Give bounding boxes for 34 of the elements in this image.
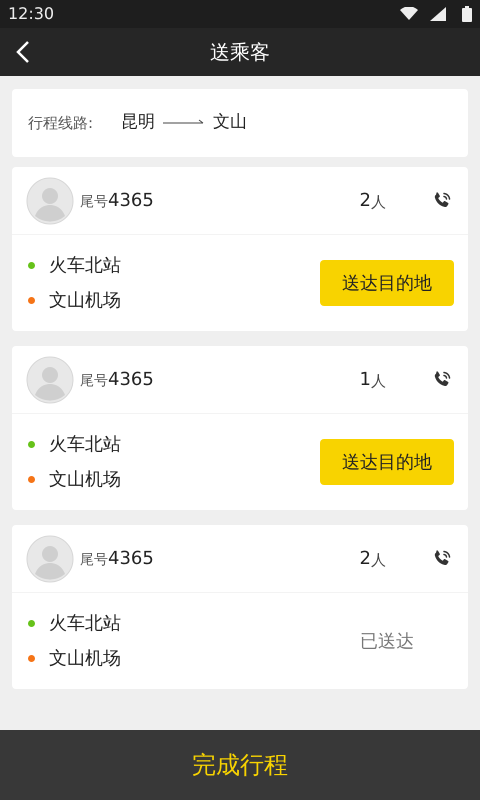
delivered-status: 已送达 [359,630,415,654]
deliver-button[interactable]: 送达目的地 [320,260,454,306]
tail-number: 4365 [108,547,154,571]
passenger-count: 2 [360,189,371,213]
signal-icon [430,7,446,21]
route-to: 文山 [213,111,248,134]
count-unit: 人 [371,192,386,214]
status-time: 12:30 [8,3,54,25]
avatar-icon [26,356,74,404]
wifi-icon [400,7,418,21]
stop-name: 文山机场 [49,647,121,671]
battery-icon [462,6,472,22]
passenger-count: 2 [360,547,371,571]
tail-number: 4365 [108,189,154,213]
stop-name: 火车北站 [49,254,121,278]
page-title: 送乘客 [210,39,270,66]
stop-name: 文山机场 [49,468,121,492]
avatar-icon [26,534,74,582]
avatar-icon [26,176,74,224]
tail-label: 尾号 [80,551,108,570]
finish-trip-button[interactable]: 完成行程 [0,730,480,800]
tail-number: 4365 [108,368,154,392]
route-label: 行程线路: [28,112,94,134]
stop-name: 火车北站 [49,433,121,457]
count-unit: 人 [371,550,386,572]
stop-name: 火车北站 [49,612,121,636]
back-icon[interactable] [16,40,30,64]
passenger-count: 1 [360,368,371,392]
tail-label: 尾号 [80,193,108,212]
tail-label: 尾号 [80,372,108,391]
count-unit: 人 [371,371,386,392]
route-from: 昆明 [121,111,156,134]
deliver-button[interactable]: 送达目的地 [320,439,454,485]
stop-name: 文山机场 [49,289,121,313]
